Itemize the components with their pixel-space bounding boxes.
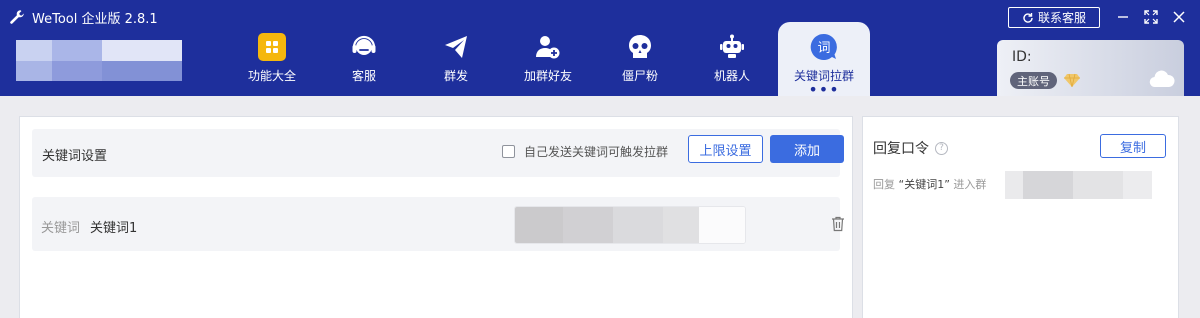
nav-label: 加群好友 [523,69,572,83]
nav-label: 客服 [351,69,376,83]
copy-button[interactable]: 复制 [1100,134,1166,158]
self-trigger-checkbox[interactable] [502,145,515,158]
reply-title: 回复口令 ? [873,138,948,158]
add-friend-icon [534,33,562,61]
reply-panel: 回复口令 ? 复制 回复 “关键词1” 进入群 [862,116,1179,318]
settings-bar: 关键词设置 自己发送关键词可触发拉群 上限设置 添加 [32,129,844,177]
refresh-icon [1023,12,1033,23]
settings-title: 关键词设置 [42,149,108,164]
cloud-icon [1149,70,1175,88]
trash-icon[interactable] [830,216,846,232]
app-title-text: WeTool 企业版 2.8.1 [32,11,158,27]
wrench-icon [10,10,24,24]
skull-icon [626,33,654,61]
group-info-mosaic [514,206,746,244]
grid-icon [258,33,286,61]
nav-item-broadcast[interactable]: 群发 [410,22,502,96]
reply-title-text: 回复口令 [873,141,929,157]
nav-label: 机器人 [713,69,750,83]
limit-settings-button[interactable]: 上限设置 [688,135,763,163]
reply-keyword: “关键词1” [898,178,950,191]
close-button[interactable] [1168,6,1190,28]
svg-text:词: 词 [817,41,830,56]
reply-suffix: 进入群 [953,178,987,191]
close-icon [1173,11,1185,23]
reply-prefix: 回复 [873,178,895,191]
keyword-bubble-icon: 词 [810,33,838,61]
keyword-row: 关键词 关键词1 [32,197,844,251]
app-header: WeTool 企业版 2.8.1 功能大全 客服 群发 加群好友 僵尸粉 机器人… [0,0,1200,98]
self-trigger-option[interactable]: 自己发送关键词可触发拉群 [502,143,668,160]
nav-label: 群发 [443,69,468,83]
app-title: WeTool 企业版 2.8.1 [9,8,158,27]
minimize-button[interactable] [1112,6,1134,28]
account-card[interactable]: ID: 主账号 [997,40,1184,96]
keyword-label: 关键词 [41,221,81,236]
more-dots-icon[interactable]: ••• [808,82,839,98]
help-icon[interactable]: ? [935,141,948,155]
maximize-button[interactable] [1140,6,1162,28]
nav-item-keyword-group[interactable]: 词 关键词拉群 ••• [778,22,870,98]
contact-support-label: 联系客服 [1037,11,1086,25]
main-nav: 功能大全 客服 群发 加群好友 僵尸粉 机器人 词 关键词拉群 ••• [226,22,870,98]
add-keyword-button[interactable]: 添加 [770,135,844,163]
keyword-settings-panel: 关键词设置 自己发送关键词可触发拉群 上限设置 添加 关键词 关键词1 [19,116,853,318]
nav-item-features[interactable]: 功能大全 [226,22,318,96]
main-content: 关键词设置 自己发送关键词可触发拉群 上限设置 添加 关键词 关键词1 回复口令 [0,96,1200,318]
logo-mosaic [16,40,182,81]
account-id-label: ID: [1012,49,1032,65]
nav-label: 僵尸粉 [621,69,658,83]
paper-plane-icon [442,33,470,61]
self-trigger-label: 自己发送关键词可触发拉群 [524,145,669,159]
nav-item-add-friends[interactable]: 加群好友 [502,22,594,96]
minimize-icon [1118,16,1128,18]
reply-instruction: 回复 “关键词1” 进入群 [873,176,986,192]
keyword-value: 关键词1 [90,221,138,236]
nav-item-zombie-fans[interactable]: 僵尸粉 [594,22,686,96]
diamond-icon [1064,73,1080,87]
nav-label: 功能大全 [247,69,296,83]
robot-icon [718,33,746,61]
headset-icon [350,33,378,61]
account-role-badge: 主账号 [1010,72,1057,89]
contact-support-button[interactable]: 联系客服 [1008,7,1100,28]
nav-item-robot[interactable]: 机器人 [686,22,778,96]
maximize-icon [1144,10,1158,24]
group-name-mosaic [1005,171,1152,199]
nav-item-customer-service[interactable]: 客服 [318,22,410,96]
